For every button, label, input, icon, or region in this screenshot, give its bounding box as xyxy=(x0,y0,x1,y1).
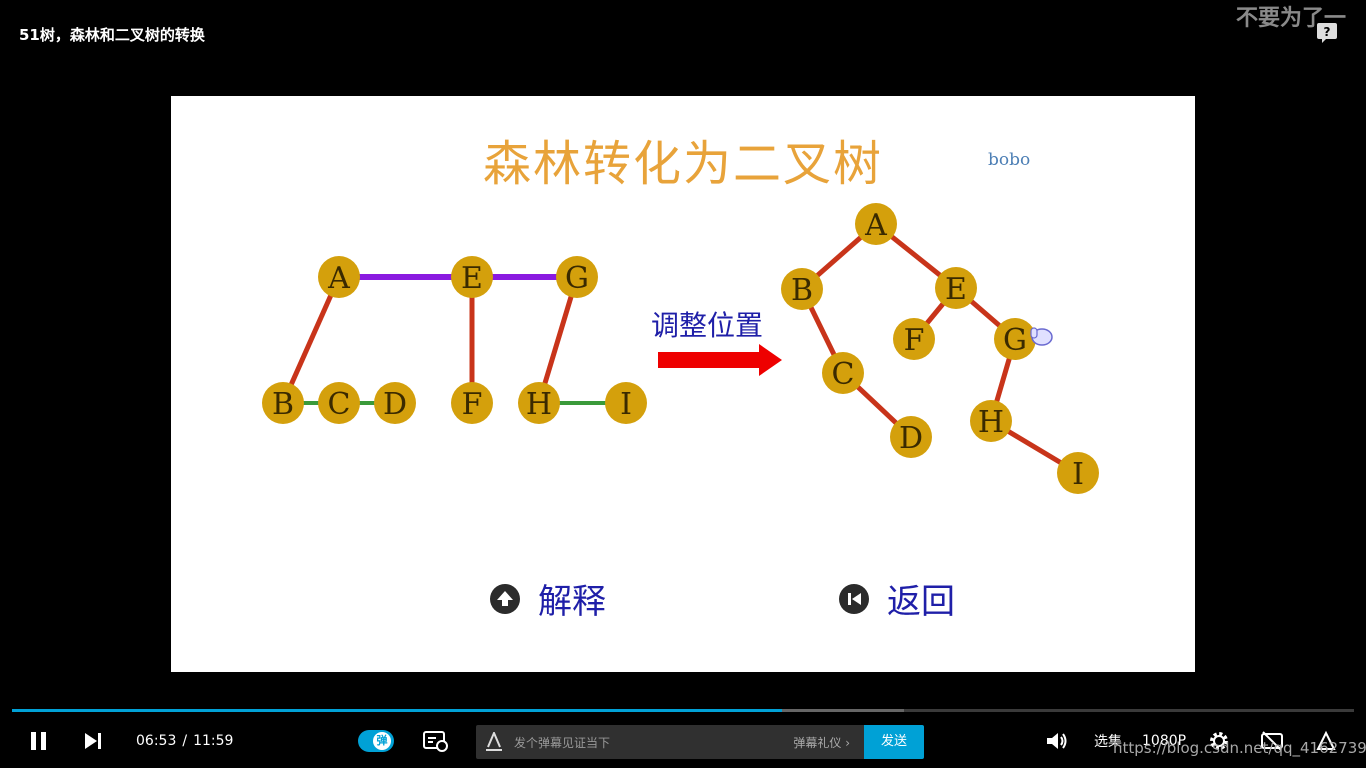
svg-text:I: I xyxy=(620,387,632,422)
duration: 11:59 xyxy=(193,733,234,749)
up-arrow-icon xyxy=(490,583,520,614)
danmaku-settings-button[interactable] xyxy=(423,722,449,760)
url-watermark: https://blog.csdn.net/qq_41627390 xyxy=(1113,739,1366,757)
tree-node: A xyxy=(318,256,360,298)
tree-node: B xyxy=(781,268,823,310)
text-style-icon[interactable] xyxy=(485,732,503,752)
danmaku-toggle[interactable]: 弹 xyxy=(358,722,394,760)
svg-text:D: D xyxy=(899,421,923,456)
tree-node: A xyxy=(855,203,897,245)
tree-node: G xyxy=(556,256,598,298)
volume-button[interactable] xyxy=(1045,722,1069,760)
svg-text:F: F xyxy=(462,387,483,422)
video-title: 51树，森林和二叉树的转换 xyxy=(19,26,205,44)
tree-node: D xyxy=(890,416,932,458)
volume-icon xyxy=(1047,733,1067,749)
tree-node: F xyxy=(893,318,935,360)
danmaku-input[interactable] xyxy=(512,725,756,761)
video-frame[interactable]: 森林转化为二叉树 bobo A E G B C D F H I A B E C … xyxy=(171,96,1195,672)
tree-node: F xyxy=(451,382,493,424)
svg-text:C: C xyxy=(328,387,351,422)
tree-node: E xyxy=(451,256,493,298)
tree-node: G xyxy=(994,318,1036,360)
svg-text:A: A xyxy=(864,208,887,243)
tree-diagram: A E G B C D F H I A B E C F G D H I xyxy=(262,203,1099,494)
arrow-label: 调整位置 xyxy=(651,309,764,342)
svg-text:G: G xyxy=(1003,323,1027,358)
time-display: 06:53 / 11:59 xyxy=(136,722,233,760)
svg-text:B: B xyxy=(272,387,294,422)
next-button[interactable] xyxy=(82,722,104,760)
svg-text:G: G xyxy=(565,261,589,296)
tree-node: H xyxy=(518,382,560,424)
progress-bar[interactable] xyxy=(12,709,1354,712)
current-time: 06:53 xyxy=(136,733,177,749)
explain-button[interactable]: 解释 xyxy=(490,574,606,623)
progress-played xyxy=(12,709,783,712)
back-button[interactable]: 返回 xyxy=(839,574,955,623)
tree-node: C xyxy=(318,382,360,424)
back-label: 返回 xyxy=(887,582,955,622)
pause-button[interactable] xyxy=(28,722,50,760)
svg-text:H: H xyxy=(526,387,552,422)
svg-text:H: H xyxy=(978,405,1004,440)
pause-icon xyxy=(31,732,46,750)
tree-node: C xyxy=(822,352,864,394)
danmaku-settings-icon xyxy=(423,731,448,752)
time-separator: / xyxy=(182,733,188,749)
svg-text:F: F xyxy=(904,323,925,358)
arrow-right-icon xyxy=(658,344,782,376)
tree-node: B xyxy=(262,382,304,424)
svg-text:I: I xyxy=(1072,457,1084,492)
svg-text:A: A xyxy=(327,261,350,296)
tree-node: H xyxy=(970,400,1012,442)
svg-text:?: ? xyxy=(1324,25,1331,39)
svg-text:B: B xyxy=(791,273,813,308)
skip-back-icon xyxy=(839,583,869,614)
svg-text:D: D xyxy=(383,387,407,422)
svg-text:E: E xyxy=(461,261,483,296)
send-button[interactable]: 发送 xyxy=(864,725,924,759)
hand-cursor-icon xyxy=(1030,327,1053,346)
svg-text:C: C xyxy=(832,357,855,392)
tree-node: I xyxy=(605,382,647,424)
explain-label: 解释 xyxy=(538,582,606,622)
danmaku-toggle-label: 弹 xyxy=(373,732,391,750)
tree-node: I xyxy=(1057,452,1099,494)
danmaku-input-box: 弹幕礼仪 › xyxy=(476,725,864,761)
svg-text:E: E xyxy=(945,272,967,307)
next-icon xyxy=(85,733,101,749)
tree-node: E xyxy=(935,267,977,309)
tree-node: D xyxy=(374,382,416,424)
help-icon[interactable]: ? xyxy=(1316,22,1338,44)
danmaku-etiquette-link[interactable]: 弹幕礼仪 › xyxy=(793,734,850,751)
